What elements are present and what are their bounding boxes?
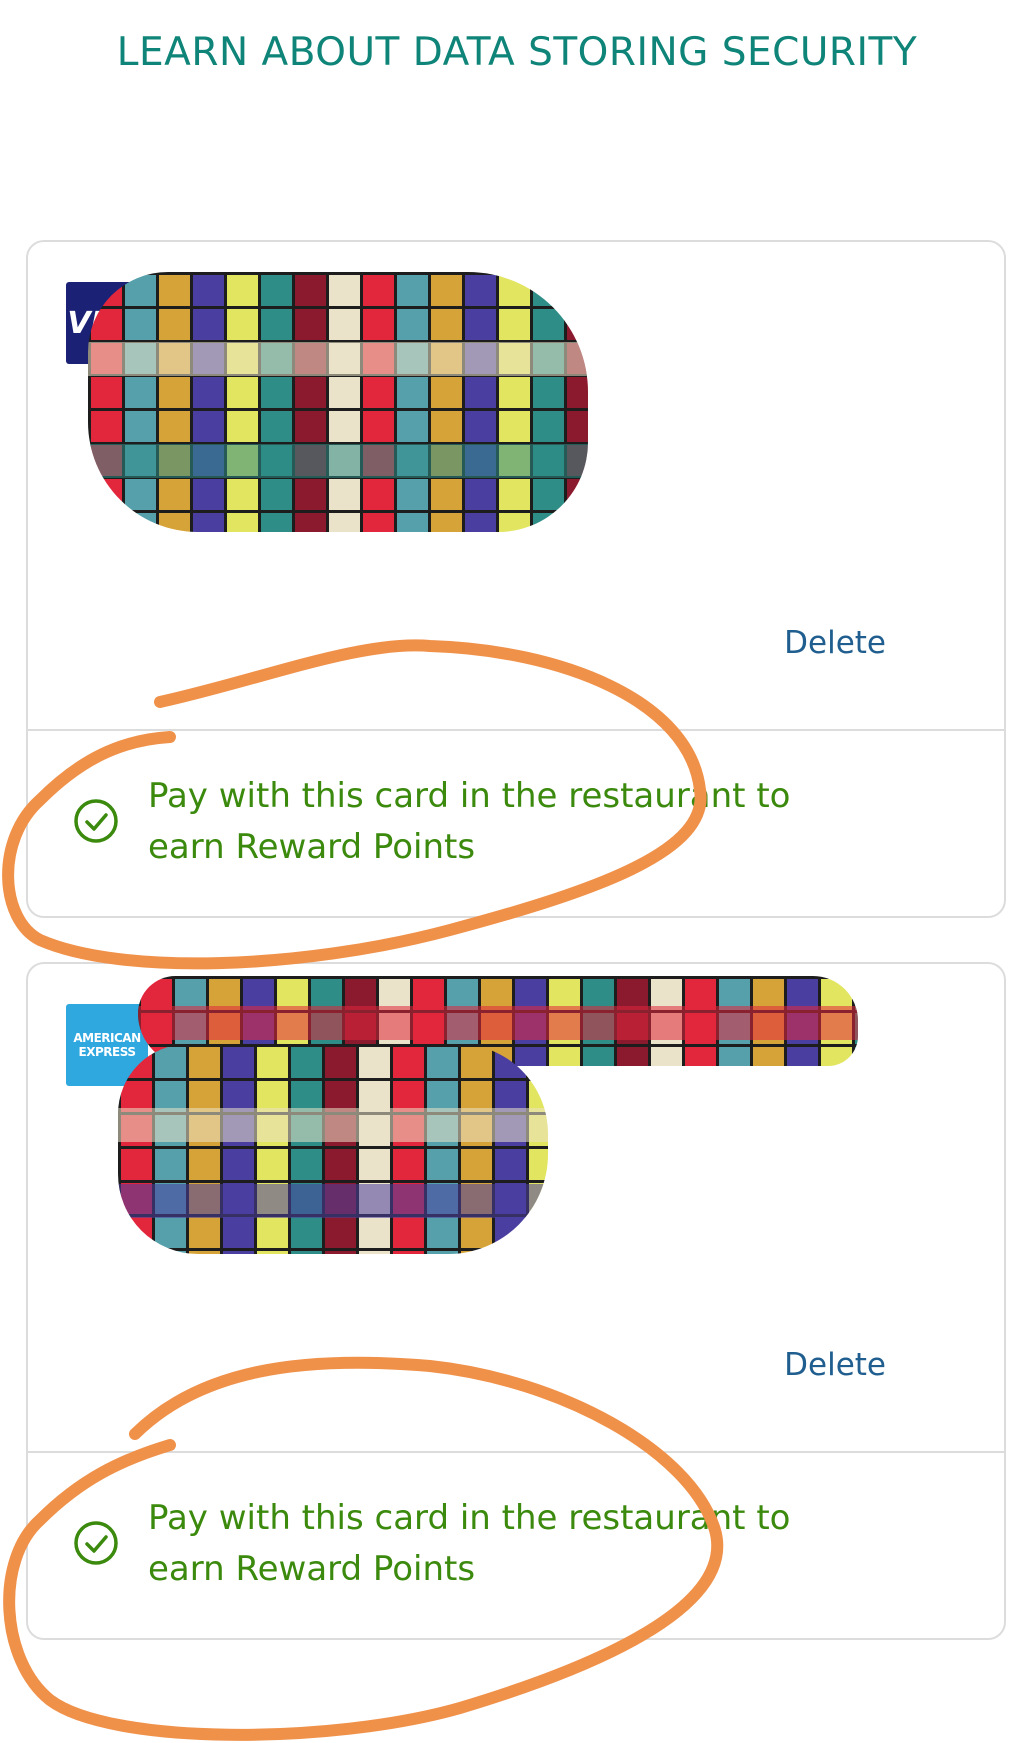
reward-points-text: Pay with this card in the restaurant to … xyxy=(148,776,791,867)
amex-logo-line1: AMERICAN xyxy=(73,1031,141,1045)
redacted-card-info xyxy=(118,1044,548,1254)
check-circle-icon xyxy=(74,1521,118,1565)
card-details: VISA Delete xyxy=(28,242,1004,729)
data-security-link[interactable]: LEARN ABOUT DATA STORING SECURITY xyxy=(0,30,1034,75)
delete-card-button[interactable]: Delete xyxy=(784,625,886,661)
reward-points-text: Pay with this card in the restaurant to … xyxy=(148,1498,791,1589)
amex-logo-line2: EXPRESS xyxy=(78,1045,136,1059)
check-circle-icon xyxy=(74,799,118,843)
saved-card-visa: VISA Delete Pay with this card in the re… xyxy=(26,240,1006,918)
card-details: AMERICAN EXPRESS Delete xyxy=(28,964,1004,1451)
delete-card-button[interactable]: Delete xyxy=(784,1347,886,1383)
saved-card-amex: AMERICAN EXPRESS Delete Pay with this ca… xyxy=(26,962,1006,1640)
redacted-card-info xyxy=(88,272,588,532)
reward-points-row: Pay with this card in the restaurant to … xyxy=(28,1453,1004,1640)
reward-points-row: Pay with this card in the restaurant to … xyxy=(28,731,1004,918)
